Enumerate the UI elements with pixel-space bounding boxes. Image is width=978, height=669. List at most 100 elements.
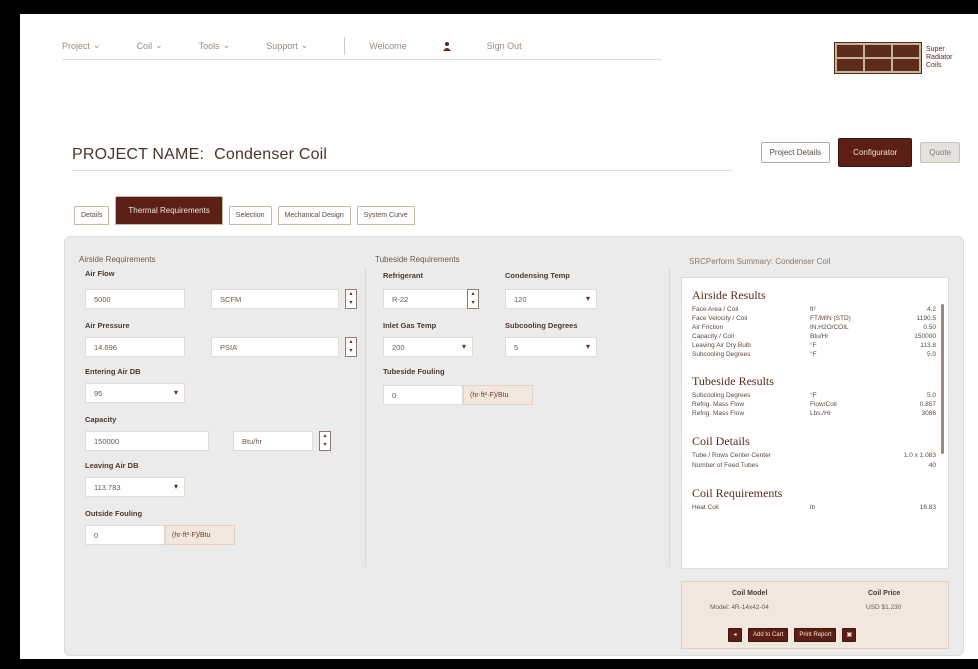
result-row: Face Area / Coil ft² 4.2 bbox=[692, 306, 936, 313]
chevron-down-icon: ▾ bbox=[173, 482, 178, 491]
project-name: Condenser Coil bbox=[214, 146, 328, 163]
air-flow-unit-select[interactable]: SCFM bbox=[211, 289, 339, 309]
project-label: PROJECT NAME: bbox=[72, 146, 205, 163]
entering-air-db-label: Entering Air DB bbox=[85, 367, 141, 376]
air-pressure-input[interactable]: 14.696 bbox=[85, 337, 185, 357]
refrigerant-select[interactable]: R-22 bbox=[383, 289, 473, 309]
coil-price-label: Coil Price bbox=[868, 590, 901, 597]
user-icon[interactable] bbox=[442, 41, 451, 51]
nav-divider bbox=[344, 36, 346, 55]
result-row: Tube / Rows Center Center 1.0 x 1.083 bbox=[692, 452, 936, 459]
result-row: Face Velocity / Coil FT/MIN (STD) 1190.5 bbox=[692, 315, 936, 322]
add-to-cart-button[interactable]: Add to Cart bbox=[748, 628, 789, 642]
subcooling-degrees-label: Subcooling Degrees bbox=[505, 321, 578, 330]
capacity-unit-select[interactable]: Btu/hr bbox=[233, 431, 313, 451]
section-divider bbox=[365, 267, 366, 567]
result-row: Capacity / Coil Btu/Hr 150000 bbox=[692, 333, 936, 340]
inlet-gas-temp-select[interactable]: 200 ▾ bbox=[383, 337, 473, 357]
tubeside-fouling-input[interactable]: 0 bbox=[383, 385, 463, 405]
refrigerant-label: Refrigerant bbox=[383, 271, 424, 280]
chevron-down-icon: ⌄ bbox=[300, 40, 309, 50]
tubeside-results-heading: Tubeside Results bbox=[692, 374, 774, 388]
back-icon[interactable]: ◂ bbox=[728, 628, 742, 642]
leaving-air-db-label: Leaving Air DB bbox=[85, 461, 139, 470]
air-flow-unit-spinner[interactable]: ▴ ▾ bbox=[345, 289, 357, 309]
sign-out-link[interactable]: Sign Out bbox=[487, 41, 522, 51]
results-title: SRCPerform Summary: Condenser Coil bbox=[689, 257, 831, 266]
welcome-text: Welcome bbox=[369, 40, 407, 51]
nav-coil[interactable]: Coil ⌄ bbox=[137, 40, 163, 51]
configurator-button[interactable]: Configurator bbox=[838, 138, 913, 167]
nav-support[interactable]: Support ⌄ bbox=[266, 40, 308, 51]
air-flow-label: Air Flow bbox=[85, 269, 115, 278]
project-details-button[interactable]: Project Details bbox=[760, 142, 831, 163]
leaving-air-db-select[interactable]: 113.783 ▾ bbox=[85, 477, 185, 497]
entering-air-db-select[interactable]: 95 ▾ bbox=[85, 383, 185, 403]
quote-button[interactable]: Quote bbox=[920, 142, 960, 163]
nav-project[interactable]: Project ⌄ bbox=[62, 40, 101, 51]
tubeside-fouling-unit: (hr·ft²·F)/Btu bbox=[463, 385, 533, 405]
air-pressure-label: Air Pressure bbox=[85, 321, 130, 330]
result-row: Refrig. Mass Flow Lbs./Hr 3086 bbox=[692, 410, 936, 417]
airside-results-heading: Airside Results bbox=[692, 288, 766, 302]
air-pressure-unit-spinner[interactable]: ▴ ▾ bbox=[345, 337, 357, 357]
subcooling-degrees-select[interactable]: 5 ▾ bbox=[505, 337, 597, 357]
chevron-down-icon: ▾ bbox=[585, 294, 590, 303]
coil-summary-box: Coil Model Model: 4R-14x42-04 Coil Price… bbox=[681, 581, 949, 649]
pdf-icon[interactable]: ▣ bbox=[842, 628, 857, 642]
tubeside-fouling-label: Tubeside Fouling bbox=[383, 367, 445, 376]
nav-tools[interactable]: Tools ⌄ bbox=[199, 40, 231, 51]
capacity-input[interactable]: 150000 bbox=[85, 431, 209, 451]
air-flow-input[interactable]: 5000 bbox=[85, 289, 185, 309]
chevron-down-icon: ▾ bbox=[585, 342, 590, 351]
condensing-temp-label: Condensing Temp bbox=[505, 271, 570, 280]
result-row: Subcooling Degrees °F 5.0 bbox=[692, 392, 936, 399]
result-row: Heat Coil lb 16.83 bbox=[692, 504, 936, 511]
print-report-button[interactable]: Print Report bbox=[794, 628, 837, 642]
results-scrollbar[interactable] bbox=[941, 304, 944, 454]
coil-details-heading: Coil Details bbox=[692, 434, 750, 448]
chevron-down-icon: ⌄ bbox=[155, 40, 163, 50]
inlet-gas-temp-label: Inlet Gas Temp bbox=[383, 321, 437, 330]
chevron-down-icon: ⌄ bbox=[222, 40, 231, 50]
capacity-unit-spinner[interactable]: ▴ ▾ bbox=[319, 431, 331, 451]
outside-fouling-input[interactable]: 0 bbox=[85, 525, 165, 545]
brand-logo[interactable]: Super Radiator Coils bbox=[834, 42, 968, 74]
tab-selection[interactable]: Selection bbox=[228, 206, 272, 225]
tubeside-section-title: Tubeside Requirements bbox=[375, 255, 460, 264]
logo-mark bbox=[834, 42, 922, 74]
result-row: Leaving Air Dry Bulb °F 113.8 bbox=[692, 342, 936, 349]
result-row: Refrig. Mass Flow Flow/Coil 0.857 bbox=[692, 401, 936, 408]
results-panel: Airside Results Face Area / Coil ft² 4.2 F… bbox=[681, 277, 949, 569]
coil-model-label: Coil Model bbox=[732, 590, 768, 597]
coil-price-value: USD $1,230 bbox=[866, 604, 902, 611]
page-title: PROJECT NAME: Condenser Coil bbox=[72, 146, 327, 164]
tab-system-curve[interactable]: System Curve bbox=[356, 206, 415, 225]
app-window: Project ⌄ Coil ⌄ Tools ⌄ Support ⌄ Welcome S… bbox=[20, 14, 978, 659]
tab-bar: Details Thermal Requirements Selection M… bbox=[74, 196, 415, 225]
title-divider bbox=[72, 170, 732, 171]
condensing-temp-select[interactable]: 120 ▾ bbox=[505, 289, 597, 309]
top-nav: Project ⌄ Coil ⌄ Tools ⌄ Support ⌄ Welcome S… bbox=[62, 32, 662, 60]
chevron-down-icon: ⌄ bbox=[93, 40, 101, 50]
outside-fouling-label: Outside Fouling bbox=[85, 509, 143, 518]
capacity-label: Capacity bbox=[85, 415, 117, 424]
refrigerant-spinner[interactable]: ▴ ▾ bbox=[467, 289, 479, 309]
result-row: Subcooling Degrees °F 5.0 bbox=[692, 351, 936, 358]
result-row: Air Friction IN.H2O/COIL 0.50 bbox=[692, 324, 936, 331]
chevron-down-icon: ▾ bbox=[461, 342, 466, 351]
chevron-down-icon: ▾ bbox=[173, 388, 178, 397]
summary-actions: ◂ Add to Cart Print Report ▣ bbox=[728, 628, 857, 642]
logo-text: Super Radiator Coils bbox=[926, 46, 953, 69]
coil-model-value: Model: 4R-14x42-04 bbox=[710, 604, 769, 611]
tab-thermal-requirements[interactable]: Thermal Requirements bbox=[115, 196, 223, 225]
tab-details[interactable]: Details bbox=[74, 206, 110, 225]
outside-fouling-unit: (hr·ft²·F)/Btu bbox=[165, 525, 235, 545]
requirements-panel: Airside Requirements Air Flow 5000 SCFM … bbox=[64, 236, 964, 656]
result-row: Number of Feed Tubes 40 bbox=[692, 462, 936, 469]
air-pressure-unit-select[interactable]: PSIA bbox=[211, 337, 339, 357]
tab-mechanical-design[interactable]: Mechanical Design bbox=[277, 206, 351, 225]
coil-requirements-heading: Coil Requirements bbox=[692, 486, 783, 500]
airside-section-title: Airside Requirements bbox=[79, 255, 156, 264]
header-actions: Project Details Configurator Quote bbox=[760, 138, 960, 167]
